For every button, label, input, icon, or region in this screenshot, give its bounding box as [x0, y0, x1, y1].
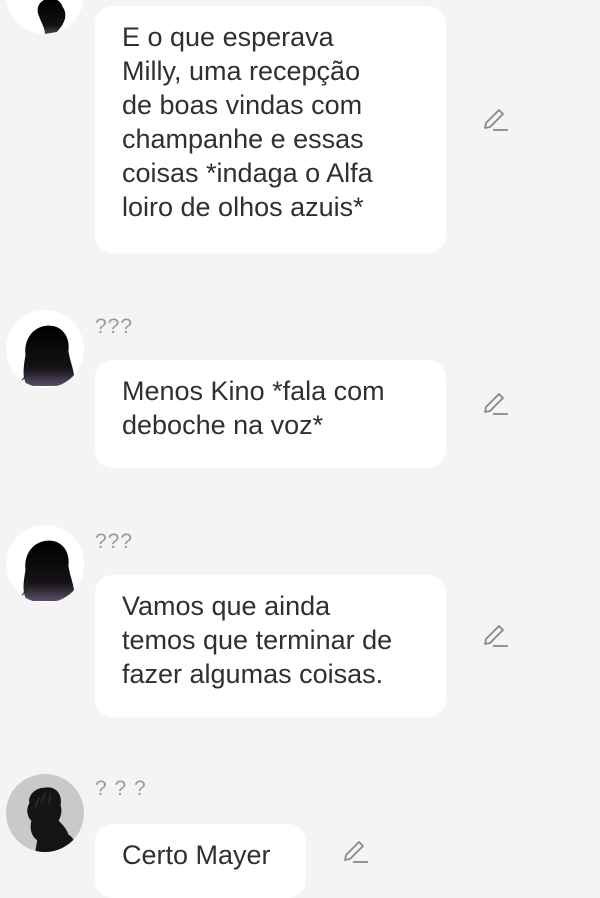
avatar[interactable]	[6, 525, 84, 603]
edit-button[interactable]	[341, 838, 369, 866]
message-line: E o que esperava	[122, 22, 334, 52]
message-bubble: E o que esperava Milly, uma recepção de …	[95, 6, 446, 253]
message-line: loiro de olhos azuis*	[122, 192, 364, 222]
message-line: deboche na voz*	[122, 410, 324, 440]
edit-button[interactable]	[481, 106, 509, 134]
message-line: fazer algumas coisas.	[122, 659, 384, 689]
pencil-icon	[344, 841, 368, 863]
message-line: coisas *indaga o Alfa	[122, 158, 373, 188]
message-bubble: Vamos que ainda temos que terminar de fa…	[95, 575, 446, 717]
avatar[interactable]	[6, 0, 84, 34]
female-silhouette-icon	[19, 325, 75, 387]
message-line: Certo Mayer	[122, 840, 271, 870]
message-line: Menos Kino *fala com	[122, 376, 385, 406]
message-line: Vamos que ainda	[122, 591, 331, 621]
message-line: champanhe e essas	[122, 124, 364, 154]
sender-name: ???	[95, 315, 134, 338]
female-silhouette-icon	[37, 0, 66, 34]
pencil-icon	[484, 109, 508, 131]
pencil-icon	[484, 393, 508, 415]
female-silhouette-icon	[19, 540, 75, 602]
sender-name: ? ? ?	[95, 777, 147, 800]
edit-button[interactable]	[481, 390, 509, 418]
male-silhouette-icon	[27, 787, 79, 852]
avatar[interactable]	[6, 774, 84, 852]
message-line: de boas vindas com	[122, 90, 363, 120]
pencil-icon	[484, 625, 508, 647]
message-bubble: Menos Kino *fala com deboche na voz*	[95, 360, 446, 468]
message-line: temos que terminar de	[122, 625, 393, 655]
message-bubble: Certo Mayer	[95, 824, 306, 898]
edit-button[interactable]	[481, 622, 509, 650]
avatar[interactable]	[6, 310, 84, 388]
sender-name: ???	[95, 530, 134, 553]
message-line: Milly, uma recepção	[122, 56, 361, 86]
